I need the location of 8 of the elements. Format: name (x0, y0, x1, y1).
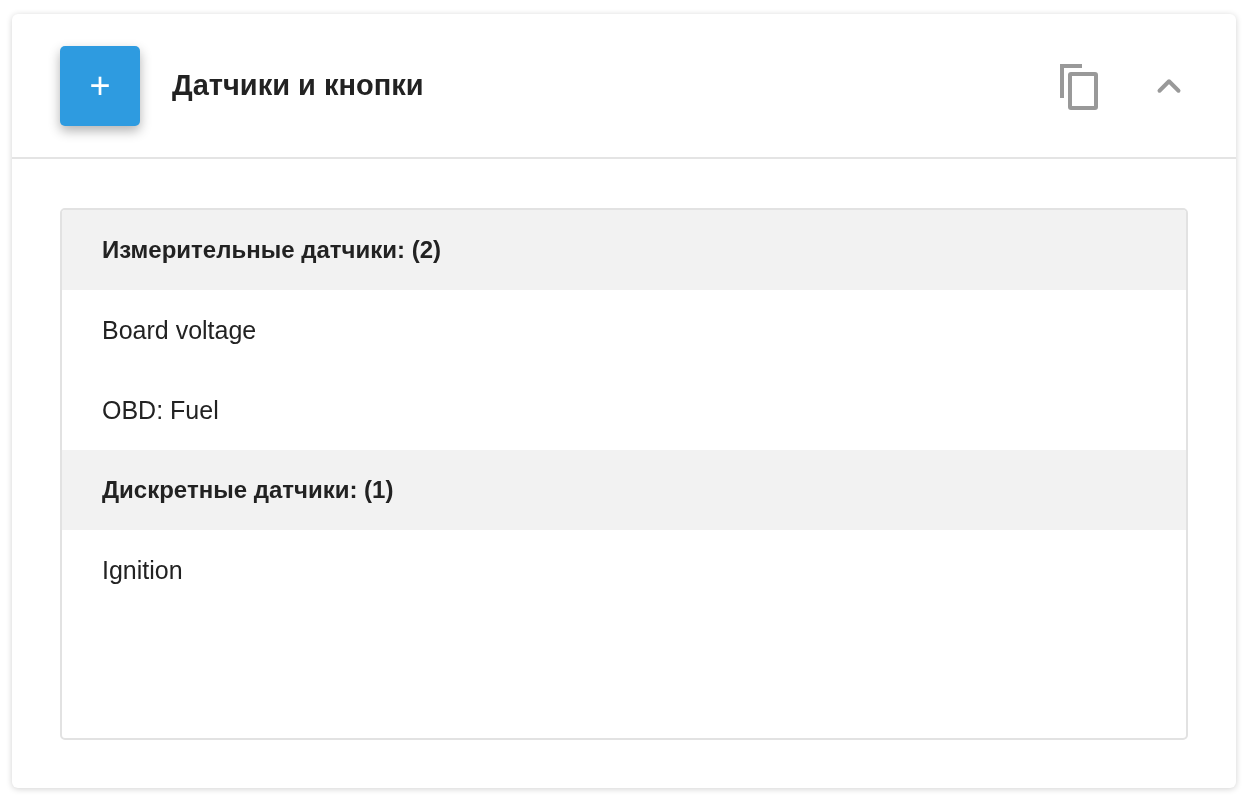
sensor-item[interactable]: OBD: Fuel (62, 370, 1186, 450)
copy-icon (1058, 61, 1100, 110)
group-header: Измерительные датчики: (2) (62, 210, 1186, 290)
sensor-item[interactable]: Board voltage (62, 290, 1186, 370)
copy-button[interactable] (1058, 61, 1100, 110)
card-title: Датчики и кнопки (172, 69, 425, 102)
group-header: Дискретные датчики: (1) (62, 450, 1186, 530)
sensor-item[interactable]: Ignition (62, 530, 1186, 610)
